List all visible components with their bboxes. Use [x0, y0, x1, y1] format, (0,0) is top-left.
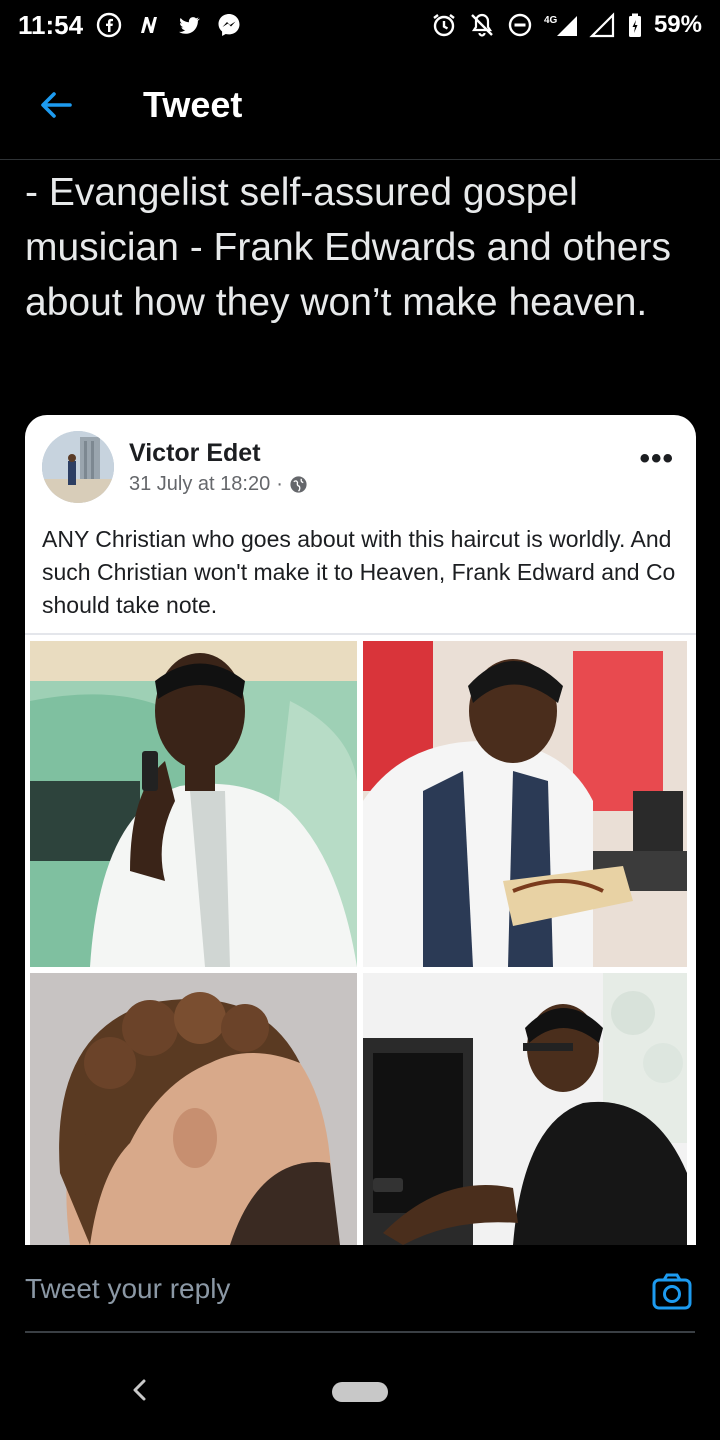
- nav-home-pill[interactable]: [332, 1382, 388, 1402]
- mute-icon: [468, 11, 496, 39]
- photo-curly-haircut: [30, 973, 357, 1245]
- dnd-icon: [506, 11, 534, 39]
- battery-icon: [626, 11, 644, 39]
- battery-percent: 59%: [653, 11, 702, 38]
- arrow-left-icon: [41, 91, 72, 118]
- news-icon: [135, 11, 163, 39]
- photo-man-phone: [30, 641, 357, 967]
- meta-separator: ·: [276, 473, 283, 495]
- tweet-detail-screen: 11:54 4G 59% Tweet - Evangelist self-ass…: [0, 0, 720, 1440]
- system-nav-bar: [0, 1345, 720, 1440]
- camera-icon: [652, 1273, 692, 1310]
- post-meta: 31 July at 18:20 ·: [129, 473, 308, 496]
- tweet-text: - Evangelist self-assured gospel musicia…: [25, 171, 671, 324]
- reply-bar: Tweet your reply: [0, 1245, 720, 1335]
- twitter-icon: [175, 11, 203, 39]
- status-right: 4G 59%: [430, 11, 702, 39]
- post-divider: [25, 633, 696, 635]
- reply-underline: [25, 1331, 695, 1333]
- photo-man-piano: [363, 973, 687, 1245]
- camera-button[interactable]: [650, 1270, 694, 1314]
- author-avatar: [42, 431, 114, 503]
- top-app-bar: Tweet: [0, 50, 720, 160]
- post-body: ANY Christian who goes about with this h…: [42, 526, 676, 618]
- status-left: 11:54: [18, 10, 243, 41]
- messenger-icon: [215, 11, 243, 39]
- status-bar: 11:54 4G 59%: [0, 0, 720, 50]
- alarm-icon: [430, 11, 458, 39]
- tweet-media-image[interactable]: Victor Edet 31 July at 18:20 · ••• ANY C…: [25, 415, 696, 1245]
- reply-input[interactable]: Tweet your reply: [25, 1273, 585, 1313]
- more-horizontal-icon: •••: [639, 442, 674, 475]
- status-time: 11:54: [18, 9, 84, 40]
- signal-4g-icon: 4G: [544, 11, 578, 39]
- nav-back-button[interactable]: [125, 1375, 155, 1405]
- globe-icon: [289, 475, 308, 494]
- page-title: Tweet: [143, 83, 243, 125]
- photo-man-bible: [363, 641, 687, 967]
- signal-icon: [588, 11, 616, 39]
- post-timestamp: 31 July at 18:20: [129, 473, 271, 495]
- back-button[interactable]: [21, 70, 91, 140]
- nav-back-icon: [133, 1379, 146, 1401]
- photo-grid: [30, 641, 692, 1245]
- author-name: Victor Edet: [129, 439, 261, 467]
- facebook-icon: [95, 11, 123, 39]
- svg-text:4G: 4G: [544, 15, 558, 26]
